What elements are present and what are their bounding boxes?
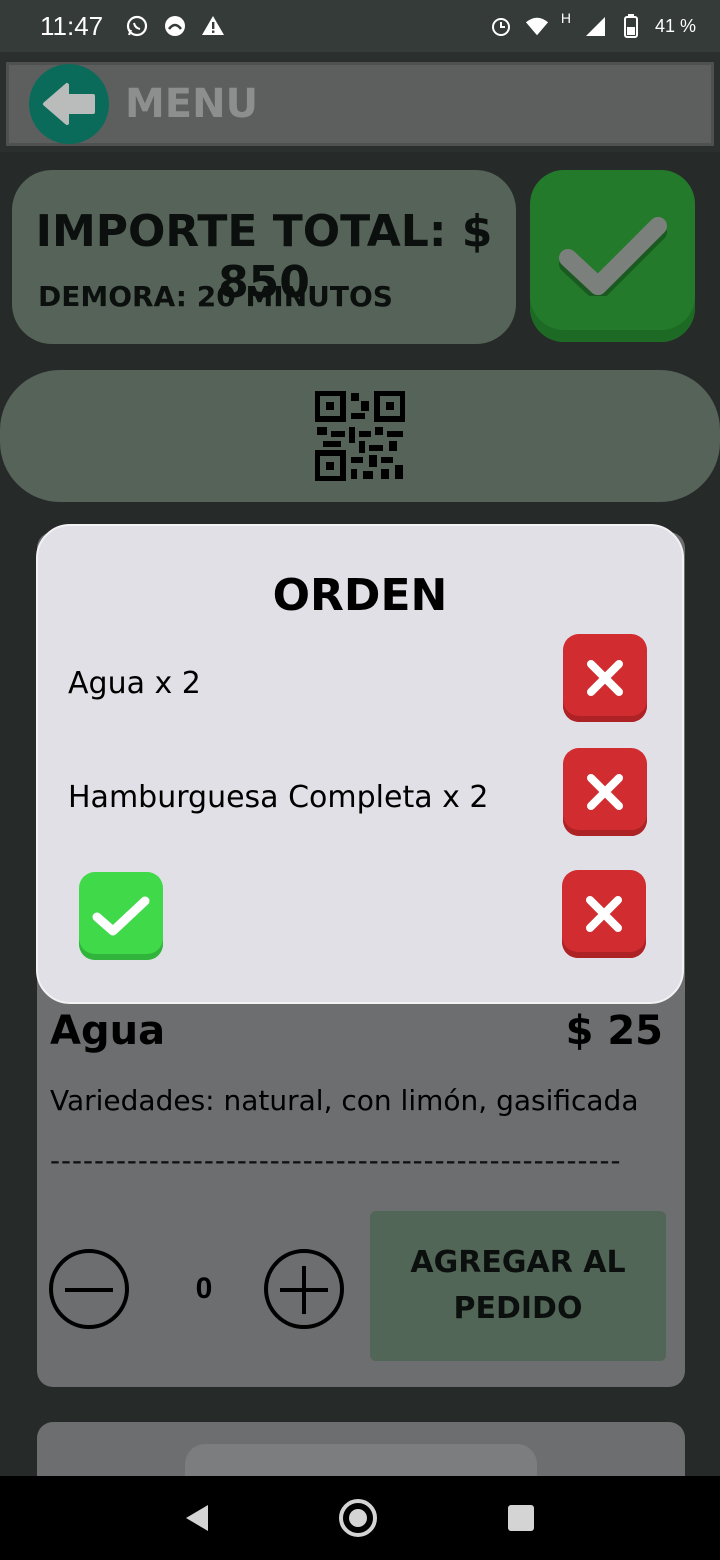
nav-back-icon[interactable] xyxy=(185,1505,208,1531)
notification-icon xyxy=(163,14,187,38)
item-description: Variedades: natural, con limón, gasifica… xyxy=(50,1084,639,1117)
close-icon xyxy=(587,660,623,696)
remove-item-button[interactable] xyxy=(563,748,647,836)
checkmark-icon xyxy=(92,896,150,936)
app-bar-container: MENU xyxy=(0,52,720,152)
qr-code-button[interactable] xyxy=(0,370,720,502)
app-bar: MENU xyxy=(6,62,714,146)
system-navigation-bar xyxy=(0,1476,720,1560)
next-item-card xyxy=(37,1422,685,1484)
back-button[interactable] xyxy=(29,64,109,144)
order-item-label: Hamburguesa Completa x 2 xyxy=(68,780,489,815)
status-bar: 11:47 H 41 % xyxy=(0,0,720,52)
item-name: Agua xyxy=(50,1008,166,1054)
order-item-label: Agua x 2 xyxy=(68,666,201,701)
network-type: H xyxy=(560,10,571,26)
remove-item-button[interactable] xyxy=(563,634,647,722)
warning-icon xyxy=(201,14,225,38)
checkmark-icon xyxy=(558,217,667,296)
alarm-icon xyxy=(489,14,513,38)
qr-code-icon xyxy=(315,391,405,481)
order-dialog: ORDEN Agua x 2 Hamburguesa Completa x 2 xyxy=(36,524,684,1004)
add-to-order-button[interactable]: AGREGAR AL PEDIDO xyxy=(370,1211,666,1361)
status-time: 11:47 xyxy=(40,10,104,41)
wifi-icon xyxy=(525,14,549,38)
dialog-title: ORDEN xyxy=(272,570,448,621)
battery-percent: 41 % xyxy=(654,15,696,36)
nav-home-icon[interactable] xyxy=(338,1499,377,1537)
confirm-dialog-button[interactable] xyxy=(79,872,163,960)
signal-icon xyxy=(583,14,607,38)
battery-icon xyxy=(619,14,643,38)
page-title: MENU xyxy=(125,81,259,127)
order-summary-card: IMPORTE TOTAL: $ 850 DEMORA: 20 MINUTOS xyxy=(12,170,516,344)
item-price: $ 25 xyxy=(565,1008,663,1054)
item-divider: ----------------------------------------… xyxy=(50,1144,622,1177)
cancel-dialog-button[interactable] xyxy=(562,870,646,958)
arrow-left-icon xyxy=(43,83,95,125)
close-icon xyxy=(586,896,622,932)
confirm-order-button[interactable] xyxy=(530,170,695,342)
increase-quantity-button[interactable] xyxy=(264,1249,344,1329)
whatsapp-icon xyxy=(125,14,149,38)
delay-time: DEMORA: 20 MINUTOS xyxy=(38,280,393,313)
close-icon xyxy=(587,774,623,810)
decrease-quantity-button[interactable] xyxy=(49,1249,129,1329)
nav-recents-icon[interactable] xyxy=(508,1505,535,1531)
quantity-value: 0 xyxy=(195,1272,213,1305)
